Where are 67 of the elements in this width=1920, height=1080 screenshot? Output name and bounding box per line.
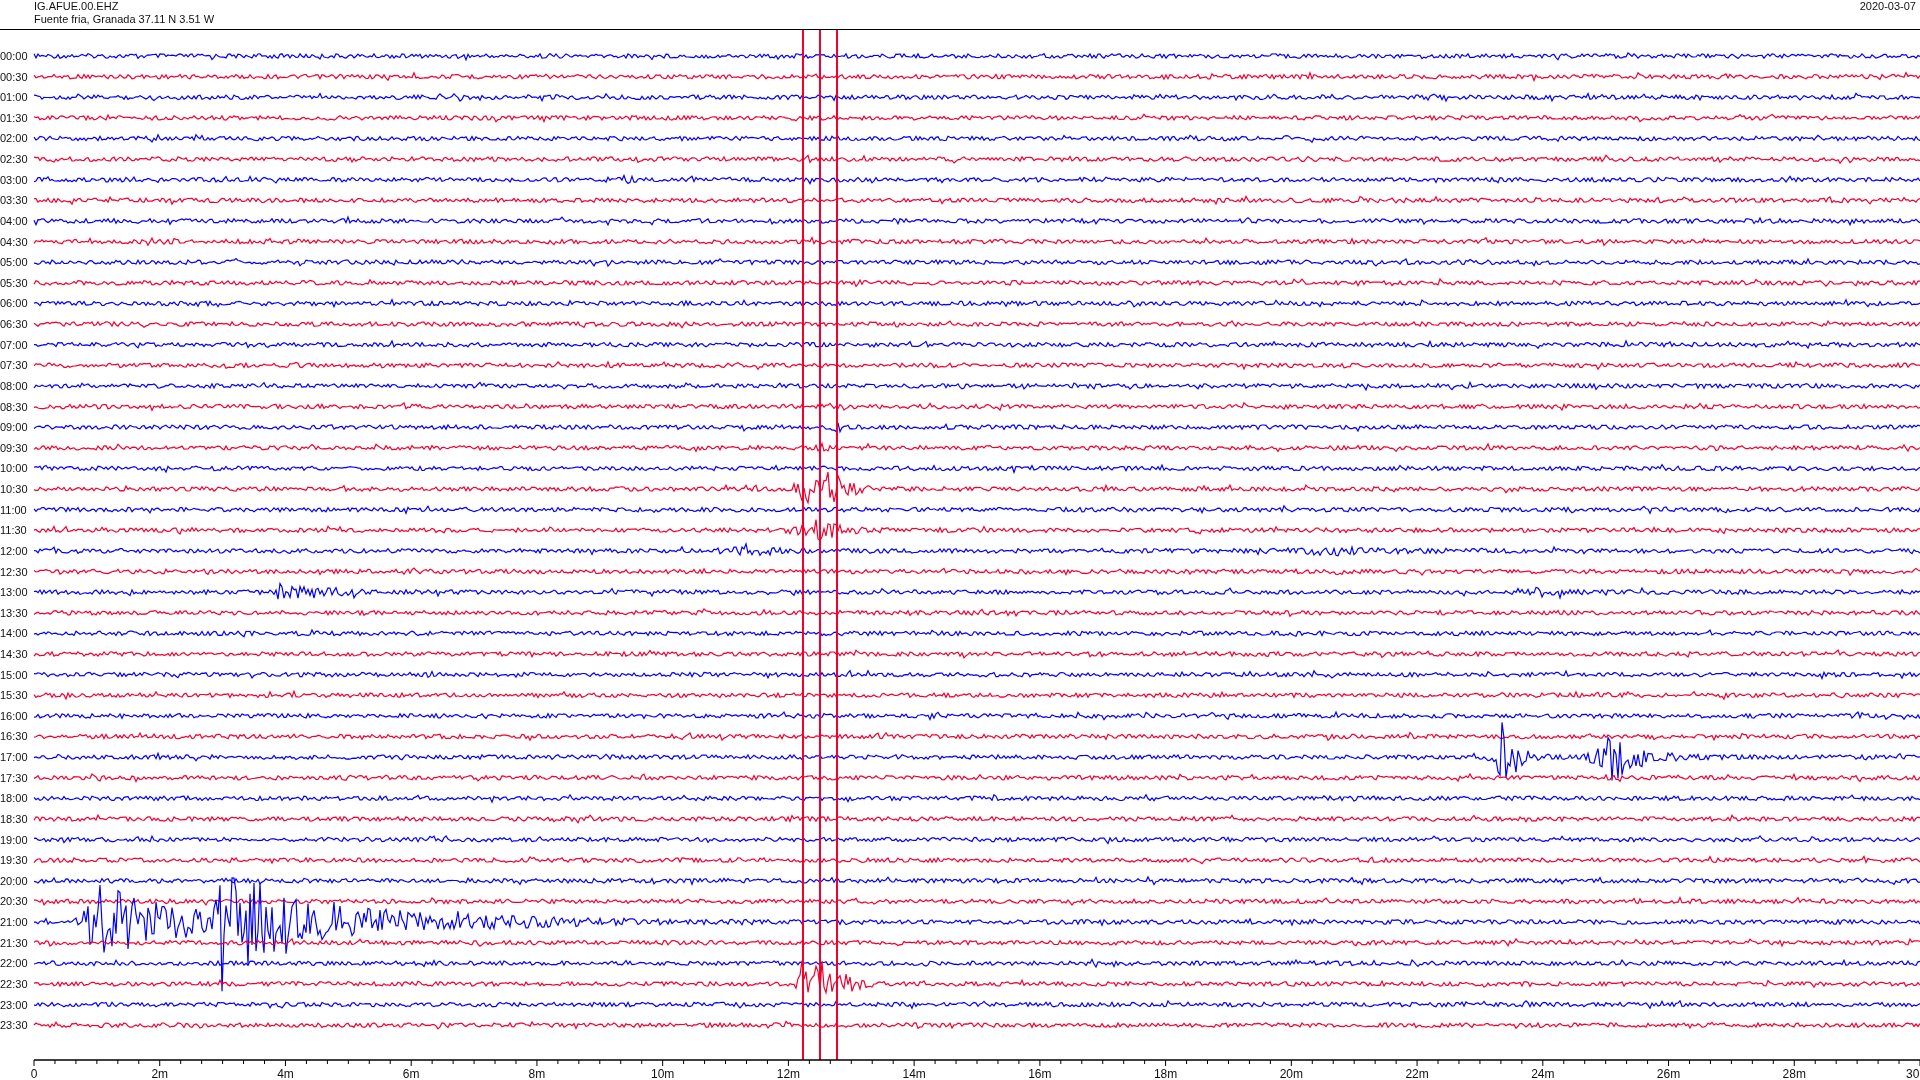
time-label: 18:00: [0, 792, 28, 805]
time-label: 10:00: [0, 462, 28, 475]
time-label: 23:00: [0, 998, 28, 1011]
time-label: 21:00: [0, 916, 28, 929]
time-label: 16:00: [0, 709, 28, 722]
time-label: 15:00: [0, 668, 28, 681]
axis-label: 20m: [1279, 1067, 1303, 1078]
axis-label: 22m: [1405, 1067, 1429, 1078]
time-label: 12:00: [0, 544, 28, 557]
time-label: 02:00: [0, 132, 28, 145]
time-label: 04:00: [0, 214, 28, 227]
axis-label: 10m: [651, 1067, 675, 1078]
time-label: 15:30: [0, 689, 28, 702]
time-label: 19:00: [0, 833, 28, 846]
time-label: 19:30: [0, 854, 28, 867]
time-label: 22:00: [0, 957, 28, 970]
time-label: 08:00: [0, 379, 28, 392]
axis-label: 0: [30, 1067, 38, 1078]
time-label: 00:00: [0, 50, 28, 62]
time-label: 09:00: [0, 421, 28, 434]
axis-label: 30: [1906, 1067, 1920, 1078]
station-code: IG.AFUE.00.EHZ: [34, 0, 120, 13]
date-label: 2020-03-07: [1859, 0, 1916, 14]
axis-label: 18m: [1153, 1067, 1178, 1078]
axis-label: 26m: [1656, 1067, 1681, 1078]
time-label: 05:30: [0, 276, 28, 289]
time-label: 03:30: [0, 194, 28, 207]
time-label: 11:30: [0, 524, 27, 537]
time-label: 04:30: [0, 235, 28, 248]
time-label: 12:30: [0, 565, 28, 578]
time-label: 09:30: [0, 441, 28, 454]
time-label: 20:30: [0, 895, 28, 908]
time-label: 17:00: [0, 751, 28, 764]
time-label: 01:30: [0, 111, 28, 124]
axis-label: 4m: [277, 1067, 294, 1078]
axis-label: 14m: [902, 1067, 926, 1078]
time-label: 01:00: [0, 91, 28, 104]
time-label: 11:00: [0, 503, 27, 516]
axis-label: 6m: [402, 1067, 420, 1078]
axis-label: 12m: [776, 1067, 801, 1078]
time-label: 17:30: [0, 771, 28, 784]
axis-label: 24m: [1531, 1067, 1555, 1078]
time-label: 14:30: [0, 648, 28, 660]
time-label: 00:30: [0, 70, 28, 83]
time-label: 10:30: [0, 483, 28, 495]
time-label: 06:00: [0, 297, 28, 310]
time-label: 23:30: [0, 1019, 28, 1032]
time-label: 16:30: [0, 730, 28, 743]
axis-label: 8m: [528, 1067, 546, 1078]
time-label: 13:30: [0, 606, 28, 619]
time-label: 07:30: [0, 359, 28, 372]
time-label: 13:00: [0, 586, 28, 599]
time-label: 18:30: [0, 812, 28, 825]
time-label: 14:00: [0, 627, 28, 640]
time-label: 03:00: [0, 173, 28, 186]
time-label: 06:30: [0, 318, 28, 331]
axis-label: 16m: [1028, 1067, 1052, 1078]
station-location: Fuente fria, Granada 37.11 N 3.51 W: [34, 13, 215, 26]
time-label: 22:30: [0, 977, 28, 990]
time-label: 08:30: [0, 400, 28, 413]
time-label: 02:30: [0, 153, 28, 166]
time-label: 20:00: [0, 874, 28, 887]
time-label: 07:00: [0, 338, 28, 351]
axis-label: 28m: [1782, 1067, 1806, 1078]
axis-label: 2m: [151, 1067, 169, 1078]
time-label: 05:00: [0, 256, 28, 269]
time-label: 21:30: [0, 936, 28, 949]
